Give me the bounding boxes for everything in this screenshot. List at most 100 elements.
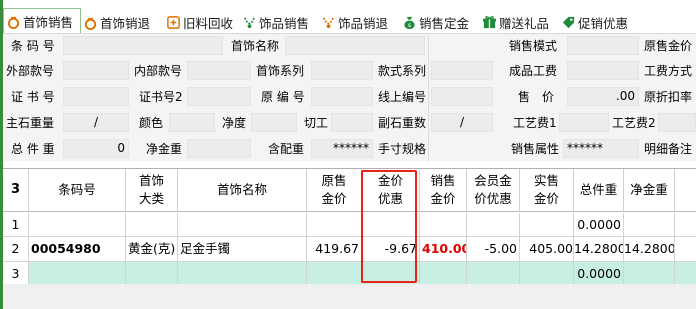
cell-barcode[interactable]	[29, 213, 126, 237]
cell-member-discount[interactable]	[467, 213, 520, 237]
col-header-barcode[interactable]: 条码号	[29, 169, 126, 212]
col-header-total-weight[interactable]: 总件重	[574, 169, 624, 212]
total-count-label: 总 件 重	[11, 142, 55, 156]
table-row[interactable]: 2 00054980 黄金(克) 足金手镯 419.67 -9.67 410.0…	[3, 237, 696, 262]
original-no-input[interactable]	[311, 87, 373, 106]
cert-no-input[interactable]	[63, 87, 129, 106]
cell-total-weight[interactable]: 0.0000	[574, 262, 624, 286]
col-header-name[interactable]: 首饰名称	[178, 169, 307, 212]
col-header-overflow	[675, 169, 696, 212]
craft-fee2-input[interactable]	[658, 113, 696, 132]
cell-gold-discount[interactable]	[362, 213, 420, 237]
tag-icon	[561, 15, 576, 30]
cell-actual-price[interactable]: 405.00	[520, 237, 574, 262]
tab-label: 赠送礼品	[499, 15, 550, 31]
internal-no-input[interactable]	[187, 61, 251, 80]
cert-no2-input[interactable]	[187, 87, 251, 106]
cell-member-discount[interactable]	[467, 262, 520, 286]
cell-net-weight[interactable]	[624, 262, 675, 286]
hand-spec-input[interactable]	[431, 139, 437, 158]
grid-corner: 3	[3, 169, 29, 212]
side-stone-count-input[interactable]: /	[431, 113, 493, 132]
craft-fee2-label: 工艺费2	[612, 116, 656, 130]
tab-accessory-sale[interactable]: 饰品销售	[240, 11, 319, 33]
cell-barcode[interactable]: 00054980	[29, 237, 126, 262]
col-header-sale-price[interactable]: 销售 金价	[420, 169, 467, 212]
main-stone-weight-input[interactable]: /	[63, 113, 129, 132]
cell-gold-discount[interactable]	[362, 262, 420, 286]
cell-total-weight[interactable]: 14.2800	[574, 237, 624, 262]
col-header-net-weight[interactable]: 净金重	[624, 169, 675, 212]
finished-labor-fee-input[interactable]	[567, 61, 639, 80]
cell-name[interactable]	[178, 213, 307, 237]
style-series-input[interactable]	[431, 61, 493, 80]
tab-promotion[interactable]: 促销优惠	[559, 11, 639, 33]
cell-actual-price[interactable]	[520, 213, 574, 237]
fitting-weight-input[interactable]: ******	[311, 139, 373, 158]
color-label: 颜色	[139, 116, 164, 130]
cell-member-discount[interactable]: -5.00	[467, 237, 520, 262]
original-no-label: 原 编 号	[261, 90, 305, 104]
craft-fee1-label: 工艺费1	[513, 116, 557, 130]
cell-name[interactable]	[178, 262, 307, 286]
cell-category[interactable]	[126, 213, 178, 237]
external-no-input[interactable]	[63, 61, 129, 80]
cell-orig-price[interactable]	[307, 262, 362, 286]
barcode-input[interactable]	[63, 36, 223, 55]
online-no-input[interactable]	[431, 87, 493, 106]
cell-orig-price[interactable]	[307, 213, 362, 237]
form-row-3: 证 书 号 证书号2 原 编 号 线上编号 售 价 .00 原折扣率	[3, 85, 696, 109]
cell-category[interactable]	[126, 262, 178, 286]
cell-net-weight[interactable]: 14.2800	[624, 237, 675, 262]
cell-sale-price[interactable]	[420, 262, 467, 286]
sale-attr-input[interactable]: ******	[563, 139, 639, 158]
cell-category[interactable]: 黄金(克)	[126, 237, 178, 262]
tab-accessory-return[interactable]: 饰品销退	[319, 11, 400, 33]
col-header-orig-price[interactable]: 原售 金价	[307, 169, 362, 212]
cell-sale-price[interactable]: 410.00	[420, 237, 467, 262]
cell-barcode[interactable]	[29, 262, 126, 286]
original-gold-price-label: 原售金价	[644, 39, 693, 53]
tab-sale-deposit[interactable]: $ 销售定金	[400, 11, 480, 33]
tab-label: 销售定金	[419, 15, 470, 31]
cell-net-weight[interactable]	[624, 213, 675, 237]
jewelry-name-input[interactable]	[285, 36, 425, 55]
net-gold-weight-input[interactable]	[187, 139, 251, 158]
fitting-weight-label: 含配重	[268, 142, 305, 156]
col-header-actual-price[interactable]: 实售 金价	[520, 169, 574, 212]
form-row-1: 条 码 号 首饰名称 销售模式 原售金价	[3, 34, 696, 58]
cell-actual-price[interactable]	[520, 262, 574, 286]
item-grid: 3 条码号 首饰 大类 首饰名称 原售 金价 金价 优惠 销售 金价 会员金 价…	[3, 168, 696, 286]
color-input[interactable]	[169, 113, 215, 132]
tab-jewelry-return[interactable]: 首饰销退	[81, 11, 164, 33]
gift-icon	[482, 15, 497, 30]
cert-no-label: 证 书 号	[11, 90, 55, 104]
sale-attr-label: 销售属性	[511, 142, 560, 156]
table-row-selected[interactable]: 3 0.0000	[3, 262, 696, 286]
svg-text:$: $	[408, 23, 412, 29]
series-input[interactable]	[311, 61, 373, 80]
total-count-input[interactable]: 0	[63, 139, 129, 158]
tab-label: 旧料回收	[183, 15, 234, 31]
cut-input[interactable]	[331, 113, 373, 132]
cell-sale-price[interactable]	[420, 213, 467, 237]
price-input[interactable]: .00	[567, 87, 639, 106]
col-header-member-discount[interactable]: 会员金 价优惠	[467, 169, 520, 212]
col-header-gold-discount[interactable]: 金价 优惠	[362, 169, 420, 212]
form-row-4: 主石重量 / 颜色 净度 切工 副石重数 / 工艺费1 工艺费2	[3, 111, 696, 135]
cell-total-weight[interactable]: 0.0000	[574, 213, 624, 237]
col-header-category[interactable]: 首饰 大类	[126, 169, 178, 212]
price-label: 售 价	[518, 90, 555, 104]
sale-form: 条 码 号 首饰名称 销售模式 原售金价 外部款号 内部款号 首饰系列 款式系列…	[3, 33, 696, 162]
cell-name[interactable]: 足金手镯	[178, 237, 307, 262]
tab-gift[interactable]: 赠送礼品	[480, 11, 559, 33]
tab-jewelry-sale[interactable]: 首饰销售	[3, 8, 81, 33]
clarity-input[interactable]	[251, 113, 297, 132]
craft-fee1-input[interactable]	[559, 113, 609, 132]
tab-old-material-recycle[interactable]: 旧料回收	[164, 11, 240, 33]
barcode-label: 条 码 号	[11, 39, 55, 53]
cell-orig-price[interactable]: 419.67	[307, 237, 362, 262]
table-row[interactable]: 1 0.0000	[3, 213, 696, 237]
cell-gold-discount[interactable]: -9.67	[362, 237, 420, 262]
sale-mode-input[interactable]	[567, 36, 639, 55]
